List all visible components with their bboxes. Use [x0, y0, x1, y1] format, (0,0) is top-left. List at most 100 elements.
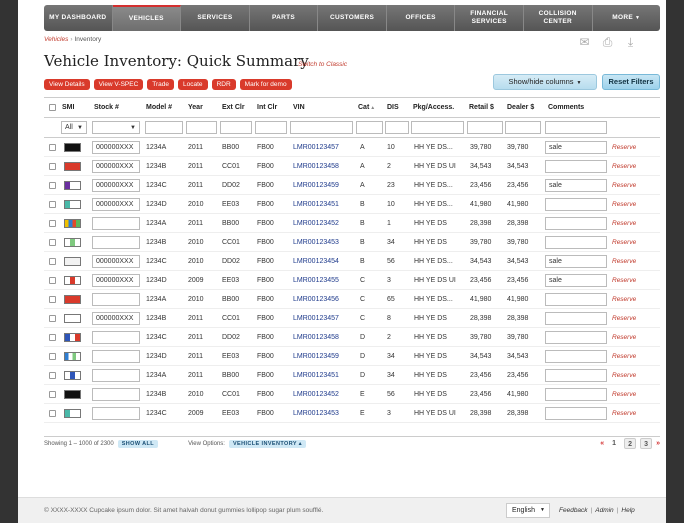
comment-input[interactable] [545, 387, 607, 401]
vin-link[interactable]: LMR00123451 [293, 195, 339, 213]
stock-cell[interactable]: 000000XXX [92, 254, 140, 268]
reserve-link[interactable]: Reserve [612, 214, 636, 232]
col-stock[interactable]: Stock # [94, 98, 119, 117]
table-row[interactable]: 000000XXX 1234D 2009 EE03 FB00 LMR00123455 C 3 H… [44, 271, 660, 290]
reserve-link[interactable]: Reserve [612, 347, 636, 365]
next-page-icon[interactable]: » [656, 440, 660, 447]
mail-icon[interactable]: ✉ [577, 36, 592, 48]
admin-link[interactable]: Admin [595, 507, 613, 514]
row-checkbox[interactable] [49, 238, 56, 246]
row-checkbox[interactable] [49, 143, 56, 151]
row-checkbox[interactable] [49, 181, 56, 189]
reserve-link[interactable]: Reserve [612, 252, 636, 270]
nav-customers[interactable]: CUSTOMERS [318, 5, 387, 31]
table-row[interactable]: 000000XXX 1234B 2011 CC01 FB00 LMR00123458 A 2 H… [44, 157, 660, 176]
reserve-link[interactable]: Reserve [612, 176, 636, 194]
stock-cell[interactable]: 000000XXX [92, 159, 140, 173]
year-filter-input[interactable] [186, 121, 217, 134]
reserve-link[interactable]: Reserve [612, 366, 636, 384]
vin-link[interactable]: LMR00123457 [293, 138, 339, 156]
reserve-link[interactable]: Reserve [612, 290, 636, 308]
row-checkbox[interactable] [49, 200, 56, 208]
comment-input[interactable] [545, 406, 607, 420]
row-checkbox[interactable] [49, 295, 56, 303]
comment-input[interactable]: sale [545, 178, 607, 192]
vin-link[interactable]: LMR00123458 [293, 157, 339, 175]
stock-cell[interactable] [92, 406, 140, 420]
comment-input[interactable] [545, 368, 607, 382]
dealer-filter-input[interactable] [505, 121, 541, 134]
stock-cell[interactable]: 000000XXX [92, 197, 140, 211]
vin-link[interactable]: LMR00123456 [293, 290, 339, 308]
reset-filters-button[interactable]: Reset Filters [602, 74, 660, 90]
nav-financial-services[interactable]: FINANCIAL SERVICES [455, 5, 524, 31]
table-row[interactable]: 1234A 2010 BB00 FB00 LMR00123456 C 65 HH YE DS.… [44, 290, 660, 309]
vin-link[interactable]: LMR00123458 [293, 328, 339, 346]
table-row[interactable]: 1234A 2011 BB00 FB00 LMR00123451 D 34 HH YE DS 2… [44, 366, 660, 385]
col-pkg[interactable]: Pkg/Access. [413, 98, 454, 117]
nav-parts[interactable]: PARTS [250, 5, 319, 31]
comment-input[interactable] [545, 235, 607, 249]
table-row[interactable]: 000000XXX 1234D 2010 EE03 FB00 LMR00123451 B 10… [44, 195, 660, 214]
prev-page-icon[interactable]: « [600, 440, 604, 447]
vin-filter-input[interactable] [290, 121, 353, 134]
table-row[interactable]: 1234B 2010 CC01 FB00 LMR00123452 E 56 HH YE DS 2… [44, 385, 660, 404]
col-smi[interactable]: SMI [62, 98, 74, 117]
vin-link[interactable]: LMR00123452 [293, 214, 339, 232]
table-row[interactable]: 000000XXX 1234C 2011 DD02 FB00 LMR00123459 A 23… [44, 176, 660, 195]
view-vspec-button[interactable]: View V-SPEC [93, 79, 144, 90]
reserve-link[interactable]: Reserve [612, 157, 636, 175]
stock-cell[interactable]: 000000XXX [92, 311, 140, 325]
comment-input[interactable] [545, 197, 607, 211]
stock-cell[interactable] [92, 216, 140, 230]
comment-input[interactable]: sale [545, 140, 607, 154]
col-ext-clr[interactable]: Ext Clr [222, 98, 245, 117]
comment-input[interactable] [545, 292, 607, 306]
page-1[interactable]: 1 [608, 438, 620, 449]
stock-cell[interactable] [92, 330, 140, 344]
vin-link[interactable]: LMR00123453 [293, 404, 339, 422]
stock-cell[interactable]: 000000XXX [92, 273, 140, 287]
page-2[interactable]: 2 [624, 438, 637, 449]
rdr-button[interactable]: RDR [211, 79, 236, 90]
reserve-link[interactable]: Reserve [612, 271, 636, 289]
dis-filter-input[interactable] [385, 121, 409, 134]
vin-link[interactable]: LMR00123453 [293, 233, 339, 251]
col-cat[interactable]: Cat ▲ [358, 98, 375, 117]
page-3[interactable]: 3 [640, 438, 653, 449]
reserve-link[interactable]: Reserve [612, 233, 636, 251]
switch-to-classic-link[interactable]: Switch to Classic [298, 61, 347, 68]
stock-cell[interactable]: 000000XXX [92, 140, 140, 154]
breadcrumb-vehicles-link[interactable]: Vehicles [44, 36, 68, 43]
ext-clr-filter-input[interactable] [220, 121, 252, 134]
row-checkbox[interactable] [49, 314, 56, 322]
table-row[interactable]: 1234B 2010 CC01 FB00 LMR00123453 B 34 HH YE DS 3… [44, 233, 660, 252]
comment-input[interactable] [545, 311, 607, 325]
locate-button[interactable]: Locate [178, 79, 208, 90]
stock-cell[interactable] [92, 368, 140, 382]
comment-input[interactable] [545, 216, 607, 230]
comment-input[interactable] [545, 159, 607, 173]
feedback-link[interactable]: Feedback [559, 507, 588, 514]
row-checkbox[interactable] [49, 162, 56, 170]
show-hide-columns-button[interactable]: Show/hide columns ▼ [493, 74, 597, 90]
model-filter-input[interactable] [145, 121, 183, 134]
reserve-link[interactable]: Reserve [612, 404, 636, 422]
reserve-link[interactable]: Reserve [612, 138, 636, 156]
vin-link[interactable]: LMR00123454 [293, 252, 339, 270]
stock-cell[interactable]: 000000XXX [92, 178, 140, 192]
comment-input[interactable] [545, 349, 607, 363]
comment-input[interactable]: sale [545, 273, 607, 287]
col-retail[interactable]: Retail $ [469, 98, 494, 117]
reserve-link[interactable]: Reserve [612, 385, 636, 403]
cat-filter-input[interactable] [356, 121, 383, 134]
table-row[interactable]: 000000XXX 1234B 2011 CC01 FB00 LMR00123457 C 8 H… [44, 309, 660, 328]
table-row[interactable]: 1234C 2009 EE03 FB00 LMR00123453 E 3 HH YE DS U… [44, 404, 660, 423]
table-row[interactable]: 1234A 2011 BB00 FB00 LMR00123452 B 1 HH YE DS 28… [44, 214, 660, 233]
reserve-link[interactable]: Reserve [612, 309, 636, 327]
row-checkbox[interactable] [49, 409, 56, 417]
vin-link[interactable]: LMR00123455 [293, 271, 339, 289]
pkg-filter-input[interactable] [411, 121, 464, 134]
vin-link[interactable]: LMR00123452 [293, 385, 339, 403]
col-year[interactable]: Year [188, 98, 203, 117]
